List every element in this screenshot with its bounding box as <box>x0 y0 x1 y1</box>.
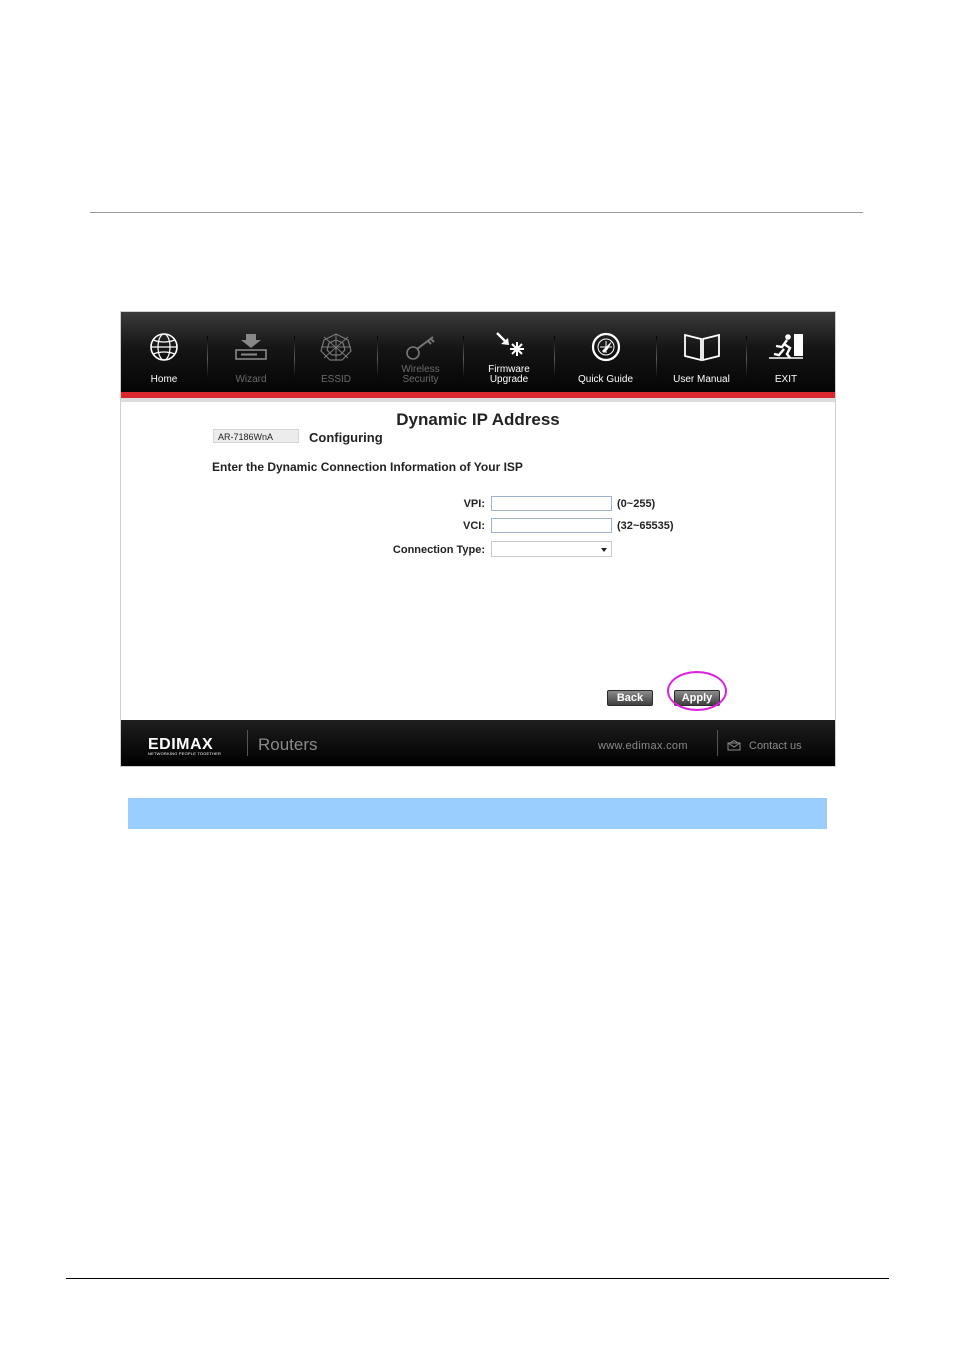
globe-icon <box>150 333 178 361</box>
key-icon <box>405 336 435 360</box>
page-title: Dynamic IP Address <box>396 410 560 429</box>
nav-essid[interactable]: ESSID <box>295 312 377 392</box>
exit-icon <box>769 334 803 359</box>
shadow-bar <box>121 398 835 402</box>
vci-label: VCI: <box>463 520 485 532</box>
website-link[interactable]: www.edimax.com <box>598 740 688 752</box>
connection-type-label: Connection Type: <box>392 544 485 556</box>
top-rule <box>90 212 863 213</box>
nav-home[interactable]: Home <box>121 312 207 392</box>
nav-quick-guide[interactable]: Quick Guide <box>555 312 656 392</box>
vpi-range: (0~255) <box>617 498 656 510</box>
nav-firmware-upgrade[interactable]: Firmware Upgrade <box>464 312 554 392</box>
book-icon <box>683 333 720 362</box>
nav-wireless-security[interactable]: Wireless Security <box>378 312 463 392</box>
nav-user-manual[interactable]: User Manual <box>657 312 746 392</box>
product-name: Routers <box>258 735 318 754</box>
footer-separator <box>717 730 718 756</box>
back-button[interactable]: Back <box>607 690 653 706</box>
mail-icon <box>727 740 741 751</box>
logo-tagline: NETWORKING PEOPLE TOGETHER <box>148 751 222 756</box>
vpi-label: VPI: <box>463 498 485 510</box>
status-text: Configuring <box>309 430 383 445</box>
note-bar <box>128 798 827 829</box>
bottom-rule <box>66 1278 889 1279</box>
instruction-text: Enter the Dynamic Connection Information… <box>212 460 523 474</box>
apply-highlight-circle <box>667 671 727 711</box>
nav-exit[interactable]: EXIT <box>747 312 825 392</box>
nav-wizard[interactable]: Wizard <box>208 312 294 392</box>
top-nav: Home Wizard ESSID Wireless Security Firm… <box>121 312 835 392</box>
model-badge: AR-7186WnA <box>213 429 299 443</box>
vpi-input[interactable] <box>491 496 612 511</box>
vci-input[interactable] <box>491 518 612 533</box>
footer: EDIMAX NETWORKING PEOPLE TOGETHER Router… <box>121 720 835 766</box>
vci-range: (32~65535) <box>617 520 674 532</box>
contact-link[interactable]: Contact us <box>749 740 802 752</box>
download-icon <box>235 334 267 360</box>
chevron-down-icon <box>601 548 607 552</box>
connection-type-select[interactable] <box>491 541 612 557</box>
footer-separator <box>247 730 248 756</box>
firmware-icon <box>496 332 524 356</box>
spider-web-icon <box>320 333 352 361</box>
router-web-ui: Home Wizard ESSID Wireless Security Firm… <box>120 311 836 767</box>
compass-icon <box>591 332 620 362</box>
